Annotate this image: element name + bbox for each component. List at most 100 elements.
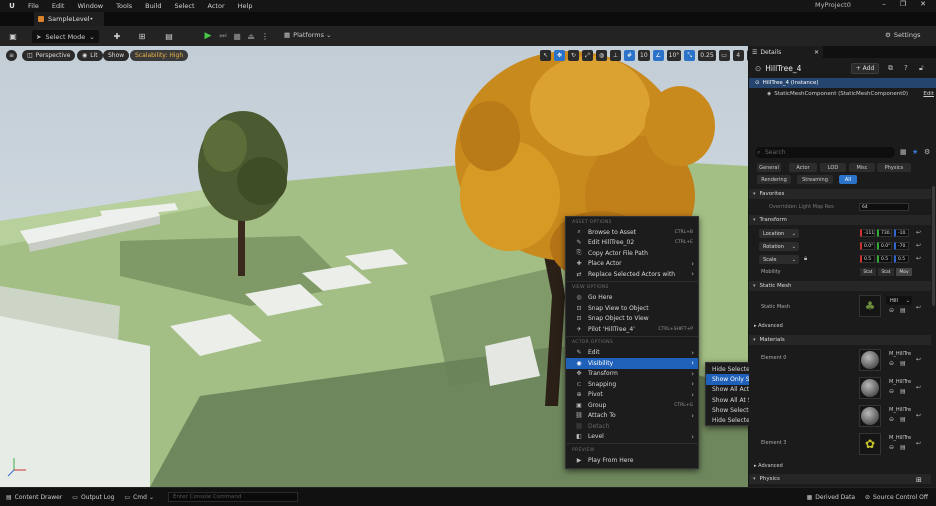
section-favorites[interactable]: ▾ Favorites <box>749 189 931 199</box>
reset-icon[interactable]: ↩ <box>916 242 921 249</box>
scale-tool-icon[interactable]: ⤢ <box>582 50 593 61</box>
menu-edit[interactable]: Edit <box>52 2 65 10</box>
cinematics-icon[interactable]: ▤ <box>164 31 174 41</box>
translate-tool-icon[interactable]: ✥ <box>554 50 565 61</box>
filter-tab-lod[interactable]: LOD <box>820 163 846 172</box>
location-z-field[interactable]: -10. <box>894 229 909 237</box>
menu-item-play-from-here[interactable]: ▶ Play From Here <box>566 455 698 466</box>
blueprints-icon[interactable]: ⊞ <box>137 31 147 41</box>
material-thumbnail[interactable] <box>859 349 881 371</box>
settings-button[interactable]: ⚙ Settings <box>885 31 921 39</box>
reset-icon[interactable]: ↩ <box>916 229 921 236</box>
rotation-snap-icon[interactable]: ∠ <box>652 50 664 61</box>
menu-build[interactable]: Build <box>145 2 161 10</box>
menu-item-pilot[interactable]: ✈ Pilot 'HillTree_4' CTRL+SHIFT+P <box>566 324 698 335</box>
actor-name[interactable]: HillTree_4 <box>765 64 801 73</box>
material-name[interactable]: M_HillTre <box>889 379 911 385</box>
rotation-x-field[interactable]: 0.0° <box>860 242 875 250</box>
settings-gear-icon[interactable]: ⚙ <box>924 148 930 156</box>
show-button[interactable]: Show <box>103 50 130 61</box>
scale-y-field[interactable]: 0.5 <box>877 255 892 263</box>
menu-item-pivot[interactable]: ⊕ Pivot › <box>566 390 698 401</box>
close-icon[interactable]: ✕ <box>814 49 819 56</box>
material-name[interactable]: M_HillTre <box>889 435 911 441</box>
advanced-row[interactable]: ▸ Advanced <box>754 463 783 469</box>
more-options-icon[interactable]: ⋮ <box>260 31 270 41</box>
mobility-movable[interactable]: Mov <box>896 268 912 276</box>
use-selected-icon[interactable]: ⊖ <box>889 388 894 395</box>
details-scrollbar[interactable] <box>932 186 935 306</box>
section-materials[interactable]: ▾ Materials <box>749 335 931 345</box>
menu-item-place-actor[interactable]: ✚ Place Actor › <box>566 259 698 270</box>
lock-icon[interactable]: 🔓︎ <box>919 64 924 73</box>
scale-z-field[interactable]: 0.5 <box>894 255 909 263</box>
filter-tab-misc[interactable]: Misc <box>849 163 875 172</box>
lock-scale-icon[interactable]: 🔒︎ <box>804 255 807 263</box>
menu-item-snap-object[interactable]: ⊡ Snap Object to View <box>566 314 698 325</box>
maximize-icon[interactable]: ❐ <box>900 0 906 8</box>
material-name[interactable]: M_HillTre <box>889 351 911 357</box>
browse-asset-icon[interactable]: ▤ <box>900 388 906 395</box>
mobility-static[interactable]: Stat <box>860 268 876 276</box>
browse-asset-icon[interactable]: ▤ <box>900 307 906 314</box>
static-mesh-thumbnail[interactable]: ♣ <box>859 295 881 317</box>
stop-icon[interactable]: ■ <box>232 31 242 41</box>
platforms-dropdown[interactable]: ▦ Platforms ⌄ <box>284 31 331 39</box>
step-icon[interactable]: ⏭ <box>218 31 228 41</box>
browse-asset-icon[interactable]: ▤ <box>900 444 906 451</box>
close-icon[interactable]: ✕ <box>920 0 926 8</box>
scale-snap-value[interactable]: 0.25 <box>698 50 716 61</box>
content-drawer-button[interactable]: ▤ Content Drawer <box>6 494 62 501</box>
world-space-icon[interactable]: ◍ <box>596 50 607 61</box>
favorites-star-icon[interactable]: ★ <box>912 148 918 156</box>
menu-item-transform[interactable]: ✥ Transform › <box>566 369 698 380</box>
rotation-snap-value[interactable]: 10° <box>666 50 682 61</box>
menu-item-group[interactable]: ▣ Group CTRL+G <box>566 400 698 411</box>
details-search-input[interactable]: Search <box>755 147 895 158</box>
select-mode-dropdown[interactable]: ➤ Select Mode ⌄ <box>32 30 99 43</box>
add-component-button[interactable]: + Add <box>851 63 879 74</box>
location-x-field[interactable]: -111 <box>860 229 875 237</box>
level-tab[interactable]: SampleLevel• <box>34 12 104 26</box>
rotation-y-field[interactable]: 0.0° <box>877 242 892 250</box>
filter-tab-general[interactable]: General <box>757 163 781 172</box>
filter-tab-rendering[interactable]: Rendering <box>757 175 791 184</box>
perspective-button[interactable]: ◫ Perspective <box>22 50 76 61</box>
scale-snap-icon[interactable]: ⤡ <box>684 50 696 61</box>
filter-tab-all[interactable]: All <box>839 175 857 184</box>
menu-window[interactable]: Window <box>77 2 103 10</box>
play-icon[interactable]: ▶ <box>203 31 213 41</box>
cmd-dropdown[interactable]: ▭ Cmd ⌄ <box>124 494 154 501</box>
source-control-button[interactable]: ⊘ Source Control Off <box>865 494 928 501</box>
rotate-tool-icon[interactable]: ↻ <box>568 50 579 61</box>
use-selected-icon[interactable]: ⊖ <box>889 444 894 451</box>
reset-icon[interactable]: ↩ <box>916 440 921 447</box>
menu-help[interactable]: Help <box>238 2 253 10</box>
filter-tab-streaming[interactable]: Streaming <box>797 175 833 184</box>
reset-icon[interactable]: ↩ <box>916 412 921 419</box>
location-y-field[interactable]: 730. <box>877 229 892 237</box>
menu-item-browse-to-asset[interactable]: ⌕ Browse to Asset CTRL+B <box>566 227 698 238</box>
filter-tab-physics[interactable]: Physics <box>877 163 911 172</box>
section-physics[interactable]: ▾ Physics <box>749 474 931 484</box>
menu-tools[interactable]: Tools <box>116 2 132 10</box>
blueprint-icon[interactable]: ⧉ <box>888 64 893 73</box>
scalability-badge[interactable]: Scalability: High <box>130 50 189 61</box>
reset-icon[interactable]: ↩ <box>916 356 921 363</box>
rotation-z-field[interactable]: -70. <box>894 242 909 250</box>
browse-asset-icon[interactable]: ▤ <box>900 360 906 367</box>
use-selected-icon[interactable]: ⊖ <box>889 360 894 367</box>
static-mesh-picker[interactable]: Hill ⌄ <box>886 296 912 305</box>
grid-snap-value[interactable]: 10 <box>638 50 650 61</box>
menu-item-copy-path[interactable]: ⎘ Copy Actor File Path <box>566 248 698 259</box>
material-thumbnail[interactable]: ✿ <box>859 433 881 455</box>
location-dropdown[interactable]: Location ⌄ <box>759 229 799 238</box>
browse-asset-icon[interactable]: ▤ <box>900 416 906 423</box>
menu-item-go-here[interactable]: ◎ Go Here <box>566 293 698 304</box>
menu-actor[interactable]: Actor <box>208 2 225 10</box>
menu-item-edit-asset[interactable]: ✎ Edit HillTree_02 CTRL+E <box>566 238 698 249</box>
menu-item-snapping[interactable]: ⊂ Snapping › <box>566 379 698 390</box>
camera-speed-icon[interactable]: ▭ <box>718 50 730 61</box>
material-thumbnail[interactable] <box>859 377 881 399</box>
viewport-menu-button[interactable]: ≡ <box>6 50 18 61</box>
